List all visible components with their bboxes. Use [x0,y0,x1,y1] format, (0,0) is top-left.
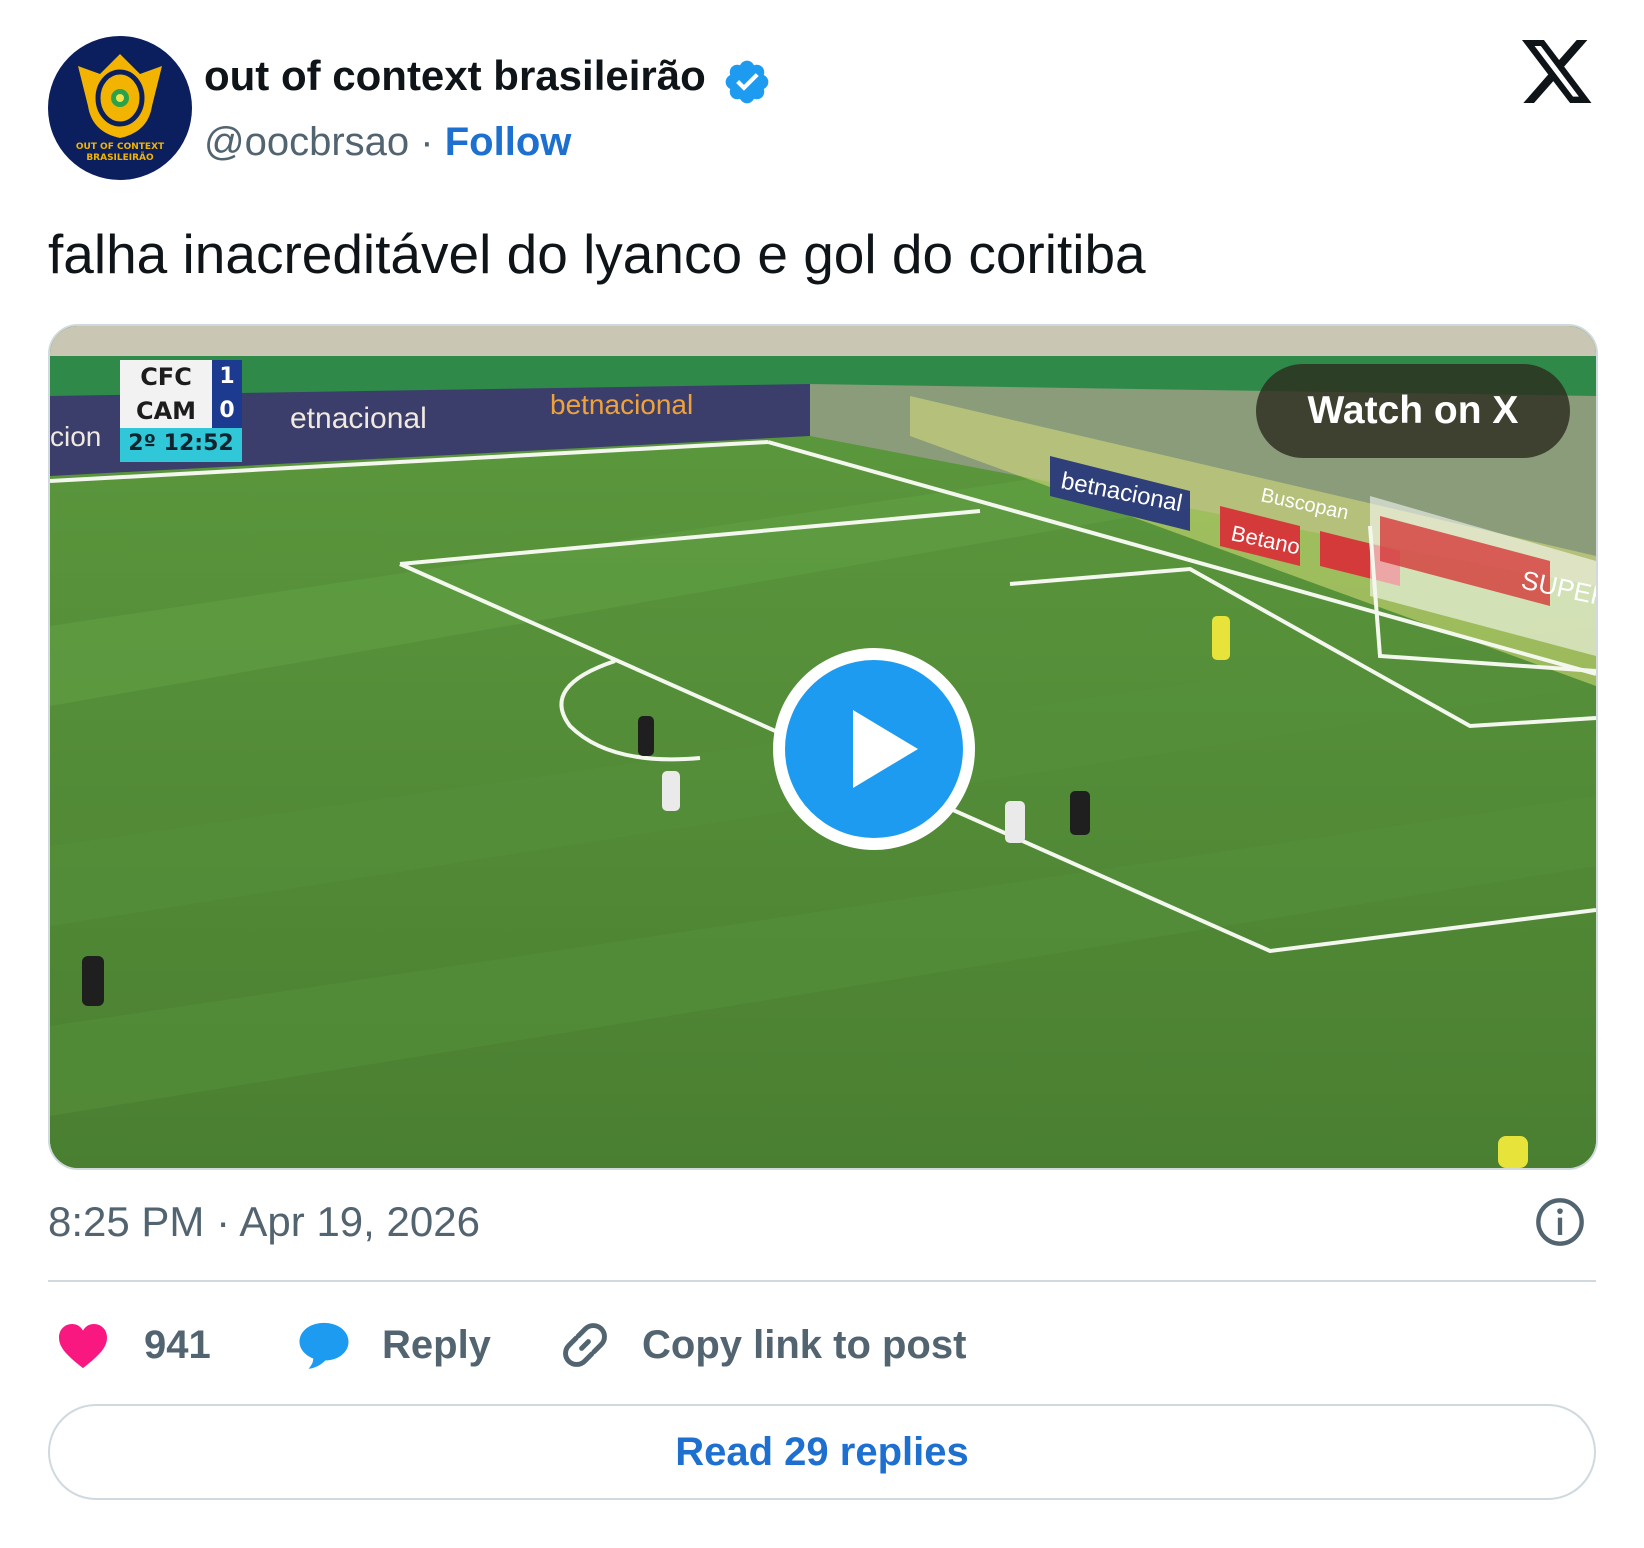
verified-badge-icon [725,60,769,104]
score-row-home: CFC 1 [120,360,242,394]
like-count: 941 [144,1322,211,1367]
score-row-away: CAM 0 [120,394,242,428]
watch-on-x-button[interactable]: Watch on X [1256,364,1570,458]
speech-bubble-icon [299,1322,349,1369]
info-icon[interactable] [1534,1196,1586,1248]
reply-label: Reply [382,1322,491,1367]
ad-board-cion: cion [50,421,101,452]
x-logo-icon[interactable] [1522,40,1594,106]
copy-link-button[interactable]: Copy link to post [558,1310,966,1380]
away-score: 0 [212,394,242,428]
scoreboard: CFC 1 CAM 0 2º 12:52 [120,360,242,462]
video-media[interactable]: betnacional etnacional cion betnacional … [48,324,1598,1170]
tweet-card: OUT OF CONTEXT BRASILEIRÃO out of contex… [0,0,1644,1548]
author-handle[interactable]: @oocbrsao [204,120,409,164]
action-bar: 941 Reply Copy link to post [0,1310,1644,1380]
copy-link-label: Copy link to post [642,1322,967,1367]
match-clock-row: 2º 12:52 [120,428,242,462]
tweet-text: falha inacreditável do lyanco e gol do c… [48,223,1146,285]
reply-button[interactable]: Reply [296,1310,491,1380]
home-score: 1 [212,360,242,394]
tweet-timestamp[interactable]: 8:25 PM · Apr 19, 2026 [48,1194,480,1250]
ad-board-betnacional-center: betnacional [550,389,693,420]
heart-icon [59,1324,107,1369]
avatar-text-line-2: BRASILEIRÃO [86,153,154,163]
follow-button[interactable]: Follow [445,120,572,164]
avatar[interactable]: OUT OF CONTEXT BRASILEIRÃO [48,36,192,180]
avatar-text-line-1: OUT OF CONTEXT [75,142,165,152]
away-team: CAM [120,394,212,428]
author-display-name[interactable]: out of context brasileirão [204,48,706,104]
ad-board-betnacional-left: etnacional [290,402,427,435]
author-handle-row: @oocbrsao · Follow [204,116,571,168]
home-team: CFC [120,360,212,394]
link-icon [563,1323,607,1367]
match-clock: 2º 12:52 [120,428,242,462]
play-icon [853,710,918,788]
like-button[interactable]: 941 [56,1310,211,1380]
play-button[interactable] [773,648,975,850]
read-replies-button[interactable]: Read 29 replies [48,1404,1596,1500]
divider [48,1280,1596,1282]
handle-separator: · [420,120,434,164]
